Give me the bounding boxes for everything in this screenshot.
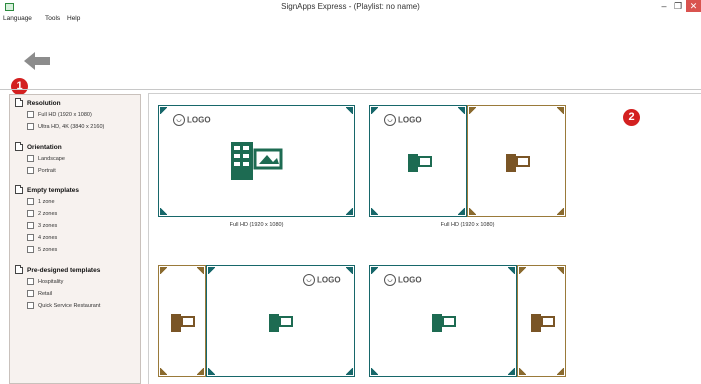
- window-title: SignApps Express - (Playlist: no name): [281, 2, 420, 11]
- close-button[interactable]: ✕: [686, 0, 701, 12]
- callout-badge-1: 1: [11, 78, 28, 95]
- group-title: Orientation: [27, 144, 62, 151]
- folder-icon: [15, 98, 23, 107]
- folder-icon: [15, 142, 23, 151]
- checkbox[interactable]: [27, 155, 34, 162]
- option-label: Portrait: [38, 168, 56, 174]
- template-card[interactable]: ◡ LOGO Full HD (1920 x 1080): [158, 105, 355, 229]
- smiley-icon: ◡: [303, 274, 315, 286]
- template-caption: Full HD (1920 x 1080): [229, 222, 284, 228]
- option-label: Hospitality: [38, 279, 64, 285]
- smiley-icon: ◡: [384, 114, 396, 126]
- media-placeholder-icon: [231, 142, 283, 180]
- option-label: Full HD (1920 x 1080): [38, 112, 92, 118]
- minimize-button[interactable]: –: [658, 0, 670, 12]
- group-title: Empty templates: [27, 187, 80, 194]
- checkbox[interactable]: [27, 111, 34, 118]
- zone: [158, 265, 206, 377]
- checkbox[interactable]: [27, 234, 34, 241]
- zone: ◡ LOGO: [369, 105, 467, 217]
- media-placeholder-icon: [506, 154, 530, 172]
- template-card[interactable]: ◡ LOGO Full HD (1920 x 1080): [369, 105, 566, 229]
- media-placeholder-icon: [408, 154, 432, 172]
- menu-tools[interactable]: Tools: [45, 15, 60, 22]
- option-label: 4 zones: [38, 235, 58, 241]
- option-label: Quick Service Restaurant: [38, 303, 101, 309]
- logo-placeholder: ◡ LOGO: [384, 274, 422, 286]
- media-placeholder-icon: [171, 314, 195, 332]
- logo-placeholder: ◡ LOGO: [173, 114, 211, 126]
- template-caption: Full HD (1920 x 1080): [440, 222, 495, 228]
- back-arrow-icon[interactable]: [24, 52, 50, 70]
- option-label: Ultra HD, 4K (3840 x 2160): [38, 124, 105, 130]
- restore-button[interactable]: ❐: [672, 0, 684, 12]
- checkbox[interactable]: [27, 210, 34, 217]
- template-gallery: ◡ LOGO Full HD (1920 x 1080) ◡ LOGO Full…: [148, 93, 701, 384]
- logo-placeholder: ◡ LOGO: [303, 274, 341, 286]
- option-label: 5 zones: [38, 247, 58, 253]
- toolbar-divider: [0, 89, 701, 90]
- smiley-icon: ◡: [384, 274, 396, 286]
- folder-icon: [15, 185, 23, 194]
- group-title: Pre-designed templates: [27, 267, 101, 274]
- checkbox[interactable]: [27, 290, 34, 297]
- media-placeholder-icon: [531, 314, 555, 332]
- checkbox[interactable]: [27, 167, 34, 174]
- zone: ◡ LOGO: [369, 265, 517, 377]
- group-title: Resolution: [27, 100, 61, 107]
- option-label: 2 zones: [38, 211, 58, 217]
- template-card[interactable]: ◡ LOGO: [158, 265, 355, 377]
- option-label: Retail: [38, 291, 53, 297]
- checkbox[interactable]: [27, 246, 34, 253]
- zone: [467, 105, 566, 217]
- menu-language[interactable]: Language: [3, 15, 32, 22]
- smiley-icon: ◡: [173, 114, 185, 126]
- option-label: Landscape: [38, 156, 65, 162]
- checkbox[interactable]: [27, 198, 34, 205]
- media-placeholder-icon: [432, 314, 456, 332]
- checkbox[interactable]: [27, 278, 34, 285]
- media-placeholder-icon: [269, 314, 293, 332]
- checkbox[interactable]: [27, 222, 34, 229]
- filter-sidebar: Resolution Full HD (1920 x 1080) Ultra H…: [9, 94, 141, 384]
- callout-badge-2: 2: [623, 109, 640, 126]
- option-label: 3 zones: [38, 223, 58, 229]
- zone: ◡ LOGO: [158, 105, 355, 217]
- zone: ◡ LOGO: [206, 265, 355, 377]
- folder-icon: [15, 265, 23, 274]
- logo-placeholder: ◡ LOGO: [384, 114, 422, 126]
- title-bar: SignApps Express - (Playlist: no name) –…: [0, 0, 701, 14]
- zone: [517, 265, 566, 377]
- option-label: 1 zone: [38, 199, 55, 205]
- checkbox[interactable]: [27, 123, 34, 130]
- template-card[interactable]: ◡ LOGO: [369, 265, 566, 377]
- menu-help[interactable]: Help: [67, 15, 80, 22]
- checkbox[interactable]: [27, 302, 34, 309]
